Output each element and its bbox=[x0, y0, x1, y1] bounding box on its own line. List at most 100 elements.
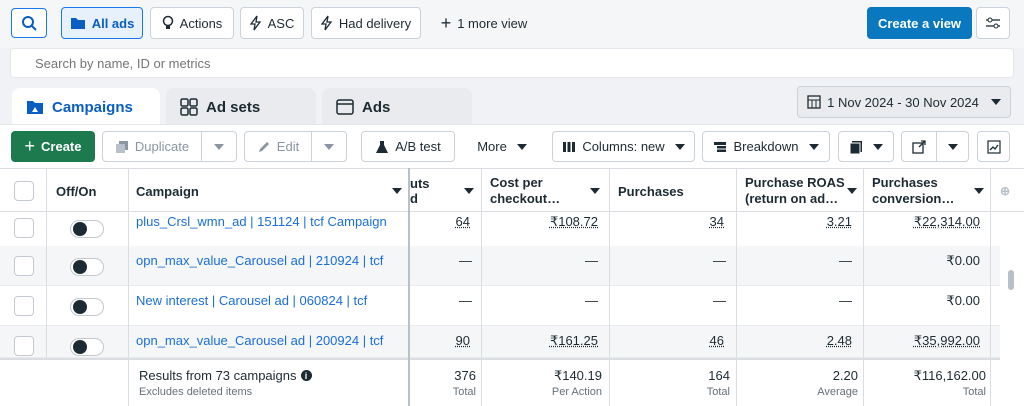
more-button[interactable]: More bbox=[466, 131, 538, 162]
row-checkbox[interactable] bbox=[14, 296, 34, 316]
col-cost-per-checkout[interactable]: Cost per checkout… bbox=[490, 169, 600, 213]
search-bar bbox=[10, 48, 1014, 78]
table-header: Off/On Campaign uts d Cost per checkout… P… bbox=[0, 168, 1024, 212]
columns-button[interactable]: Columns: new bbox=[552, 131, 695, 162]
col-purchases-conversion[interactable]: Purchases conversion… bbox=[872, 169, 984, 213]
purchases-value: — bbox=[713, 253, 726, 268]
excludes-note: Excludes deleted items bbox=[139, 386, 253, 398]
reports-button[interactable] bbox=[838, 131, 894, 162]
view-asc-label: ASC bbox=[267, 15, 295, 31]
col-checkouts[interactable]: uts d bbox=[410, 169, 480, 213]
roas-value: 2.48 bbox=[826, 333, 852, 348]
cost-value: — bbox=[585, 293, 598, 308]
date-range-picker[interactable]: 1 Nov 2024 - 30 Nov 2024 bbox=[797, 86, 1011, 118]
ab-test-label: A/B test bbox=[395, 139, 441, 154]
create-view-button[interactable]: Create a view bbox=[867, 7, 972, 39]
create-view-label: Create a view bbox=[877, 15, 962, 31]
checkouts-value: 90 bbox=[455, 333, 470, 348]
duplicate-label: Duplicate bbox=[134, 139, 190, 154]
row-checkbox[interactable] bbox=[14, 336, 34, 356]
campaign-link[interactable]: plus_Crsl_wmn_ad | 151124 | tcf Campaign bbox=[136, 214, 387, 229]
columns-label: Columns: new bbox=[582, 139, 665, 154]
flask-icon bbox=[376, 140, 389, 153]
tab-ad-sets[interactable]: Ad sets bbox=[166, 88, 316, 126]
search-button[interactable] bbox=[11, 8, 47, 38]
duplicate-icon bbox=[115, 140, 128, 153]
duplicate-button[interactable]: Duplicate bbox=[102, 131, 202, 162]
column-divider bbox=[481, 168, 482, 406]
view-had-delivery-label: Had delivery bbox=[338, 15, 412, 31]
search-icon bbox=[22, 16, 37, 31]
table-row[interactable]: New interest | Carousel ad | 060824 | tc… bbox=[0, 286, 1000, 326]
column-divider bbox=[990, 168, 991, 406]
export-button[interactable] bbox=[901, 131, 937, 162]
more-views-button[interactable]: + 1 more view bbox=[432, 7, 536, 39]
columns-icon bbox=[563, 141, 576, 152]
create-button[interactable]: + Create bbox=[11, 131, 95, 162]
edit-button[interactable]: Edit bbox=[244, 131, 312, 162]
results-summary: Results from 73 campaigns i bbox=[139, 368, 312, 383]
plus-icon: + bbox=[24, 136, 36, 156]
breakdown-label: Breakdown bbox=[733, 139, 799, 154]
col-purchase-roas[interactable]: Purchase ROAS (return on ad… bbox=[745, 169, 857, 213]
purchases-value: — bbox=[713, 293, 726, 308]
view-asc[interactable]: ASC bbox=[240, 7, 304, 39]
info-icon[interactable]: i bbox=[300, 370, 312, 381]
tab-ads[interactable]: Ads bbox=[322, 88, 472, 126]
conversion-value: ₹35,992.00 bbox=[913, 333, 980, 348]
tab-ads-label: Ads bbox=[362, 98, 391, 116]
total-purchases: 164 bbox=[708, 368, 730, 383]
view-all-ads-label: All ads bbox=[91, 15, 135, 31]
row-toggle[interactable] bbox=[70, 220, 104, 238]
view-all-ads[interactable]: All ads bbox=[61, 7, 143, 39]
total-roas: 2.20 bbox=[832, 368, 858, 383]
campaign-link[interactable]: New interest | Carousel ad | 060824 | tc… bbox=[136, 293, 367, 308]
view-settings-button[interactable] bbox=[976, 7, 1010, 39]
row-toggle[interactable] bbox=[70, 298, 104, 316]
campaign-link[interactable]: opn_max_value_Carousel ad | 210924 | tcf bbox=[136, 253, 383, 268]
add-column-icon[interactable]: ⊕ bbox=[1000, 169, 1010, 213]
more-views-label: 1 more view bbox=[457, 15, 528, 31]
chevron-down-icon bbox=[674, 143, 685, 150]
row-toggle[interactable] bbox=[70, 258, 104, 276]
row-toggle[interactable] bbox=[70, 338, 104, 356]
export-dropdown[interactable] bbox=[936, 131, 969, 162]
tab-campaigns[interactable]: Campaigns bbox=[12, 88, 160, 126]
breakdown-button[interactable]: Breakdown bbox=[702, 131, 830, 162]
sort-icon bbox=[974, 188, 984, 194]
chevron-down-icon bbox=[990, 99, 1001, 105]
ab-test-button[interactable]: A/B test bbox=[361, 131, 455, 162]
col-purchases[interactable]: Purchases bbox=[618, 169, 684, 213]
search-input[interactable] bbox=[11, 49, 1013, 77]
conversion-value: ₹22,314.00 bbox=[913, 214, 980, 229]
checkouts-value: — bbox=[459, 253, 472, 268]
scrollbar-thumb[interactable] bbox=[1008, 270, 1014, 290]
total-checkouts-label: Total bbox=[452, 386, 476, 398]
view-actions[interactable]: Actions bbox=[150, 7, 234, 39]
purchases-value: 34 bbox=[709, 214, 724, 229]
roas-value: — bbox=[839, 293, 852, 308]
view-had-delivery[interactable]: Had delivery bbox=[311, 7, 421, 39]
charts-button[interactable] bbox=[977, 131, 1010, 162]
column-divider bbox=[736, 168, 737, 406]
total-conversion: ₹116,162.00 bbox=[913, 368, 986, 383]
grid-icon bbox=[180, 98, 198, 116]
select-all-checkbox[interactable] bbox=[14, 181, 34, 201]
table-row[interactable]: opn_max_value_Carousel ad | 200924 | tcf… bbox=[0, 326, 1000, 358]
row-checkbox[interactable] bbox=[14, 256, 34, 276]
sliders-icon bbox=[986, 17, 1000, 29]
conversion-value: ₹0.00 bbox=[946, 253, 980, 268]
table-row[interactable]: opn_max_value_Carousel ad | 210924 | tcf… bbox=[0, 246, 1000, 286]
col-campaign[interactable]: Campaign bbox=[136, 169, 402, 213]
reports-icon bbox=[849, 140, 862, 154]
edit-dropdown[interactable] bbox=[311, 131, 347, 162]
duplicate-dropdown[interactable] bbox=[201, 131, 237, 162]
chevron-down-icon bbox=[214, 143, 224, 150]
sort-icon bbox=[392, 188, 402, 194]
campaign-link[interactable]: opn_max_value_Carousel ad | 200924 | tcf bbox=[136, 333, 383, 348]
checkouts-value: — bbox=[459, 293, 472, 308]
chevron-down-icon bbox=[947, 143, 958, 150]
row-checkbox[interactable] bbox=[14, 218, 34, 238]
more-label: More bbox=[477, 139, 507, 154]
create-label: Create bbox=[41, 139, 82, 154]
